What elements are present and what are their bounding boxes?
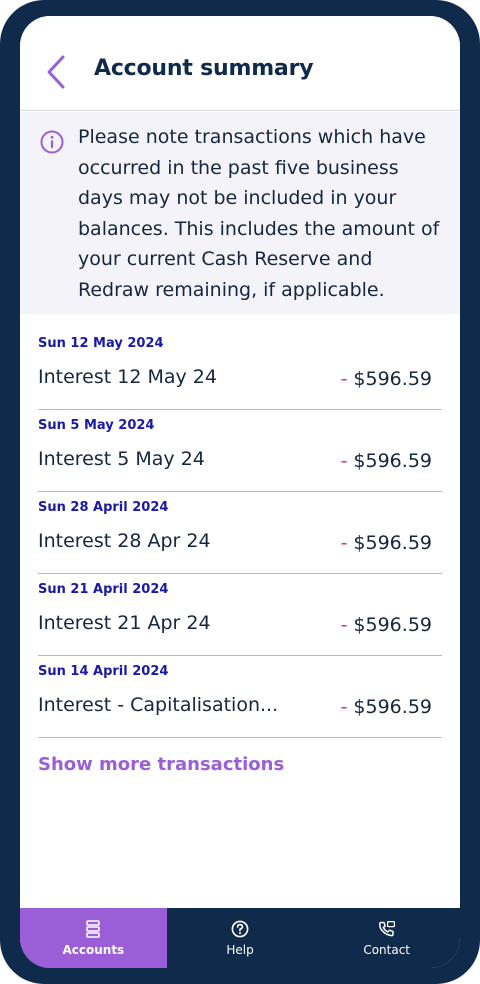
transaction-row[interactable]: Sun 14 April 2024 Interest - Capitalisat… [20,658,460,740]
transaction-description: Interest 28 Apr 24 [38,530,211,552]
transaction-amount: - $596.59 [341,614,432,636]
amount-value: $596.59 [353,614,432,636]
transaction-list: Sun 12 May 2024 Interest 12 May 24 - $596… [20,330,460,740]
tab-accounts[interactable]: Accounts [20,908,167,968]
bottom-tab-bar: Accounts Help Contact [20,908,460,968]
transaction-date: Sun 21 April 2024 [38,582,169,597]
help-icon [230,919,250,939]
show-more-transactions-link[interactable]: Show more transactions [38,754,284,775]
notice-text: Please note transactions which have occu… [78,126,440,301]
amount-value: $596.59 [353,696,432,718]
top-bar: Account summary [20,16,460,111]
negative-sign: - [340,532,348,554]
transaction-amount: - $596.59 [341,696,432,718]
transaction-date: Sun 14 April 2024 [38,664,169,679]
transaction-date: Sun 28 April 2024 [38,500,169,515]
chevron-left-icon [47,55,65,89]
transaction-row[interactable]: Sun 28 April 2024 Interest 28 Apr 24 - $5… [20,494,460,576]
amount-value: $596.59 [353,368,432,390]
tab-help[interactable]: Help [167,908,314,968]
info-icon [40,130,64,154]
balance-notice: Please note transactions which have occu… [20,112,460,314]
tab-label: Help [226,943,254,957]
row-divider [38,491,442,492]
transaction-date: Sun 12 May 2024 [38,336,164,351]
device-frame: Account summary Please note transactions… [0,0,480,984]
row-divider [38,409,442,410]
app-screen: Account summary Please note transactions… [20,16,460,968]
row-divider [38,573,442,574]
transaction-row[interactable]: Sun 12 May 2024 Interest 12 May 24 - $596… [20,330,460,412]
accounts-icon [83,919,103,939]
row-divider [38,655,442,656]
transaction-row[interactable]: Sun 21 April 2024 Interest 21 Apr 24 - $5… [20,576,460,658]
transaction-row[interactable]: Sun 5 May 2024 Interest 5 May 24 - $596.5… [20,412,460,494]
transaction-date: Sun 5 May 2024 [38,418,155,433]
amount-value: $596.59 [353,450,432,472]
transaction-description: Interest 12 May 24 [38,366,217,388]
transaction-description: Interest 5 May 24 [38,448,205,470]
transaction-amount: - $596.59 [341,450,432,472]
transaction-amount: - $596.59 [341,368,432,390]
contact-icon [377,919,397,939]
tab-contact[interactable]: Contact [313,908,460,968]
transaction-description: Interest 21 Apr 24 [38,612,211,634]
tab-label: Contact [363,943,411,957]
transaction-amount: - $596.59 [341,532,432,554]
negative-sign: - [340,450,348,472]
negative-sign: - [340,368,348,390]
page-title: Account summary [94,56,314,81]
transaction-description: Interest - Capitalisation... [38,694,279,716]
row-divider [38,737,442,738]
tab-label: Accounts [62,943,125,957]
negative-sign: - [340,614,348,636]
back-button[interactable] [40,52,72,92]
negative-sign: - [340,696,348,718]
amount-value: $596.59 [353,532,432,554]
